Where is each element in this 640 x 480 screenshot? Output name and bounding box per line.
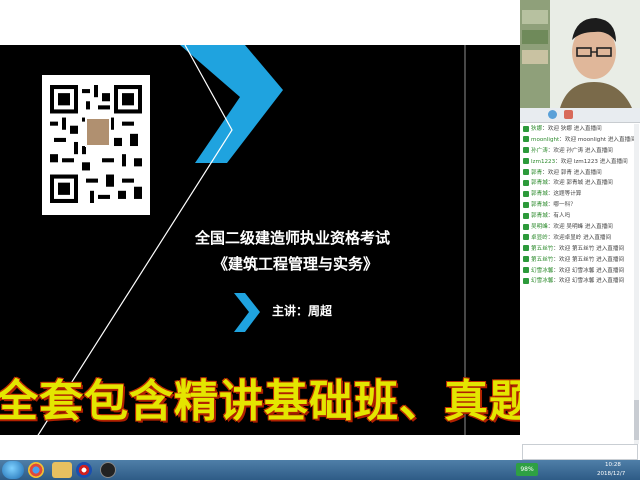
user-level-icon: [523, 158, 529, 165]
webcam-video: [520, 0, 640, 108]
user-level-icon: [523, 277, 529, 284]
chat-text: 欢迎 幻雪冰馨 进入直播间: [559, 267, 625, 274]
chat-text: 欢迎 郭青 进入直播间: [547, 169, 602, 176]
chat-text: 有人吗: [553, 213, 571, 220]
chat-message: moonlight：欢迎 moonlight 进入直播间: [520, 135, 638, 146]
chat-username[interactable]: 吴明峰: [531, 224, 548, 230]
chat-username[interactable]: 郭青城: [531, 202, 548, 208]
user-level-icon: [523, 223, 529, 230]
user-level-icon: [523, 212, 529, 219]
chat-text: 欢迎 moonlight 进入直播间: [564, 136, 636, 143]
chat-message: lzm1223：欢迎 lzm1223 进入直播间: [520, 157, 638, 168]
chat-username[interactable]: 郭青城: [531, 191, 548, 197]
chat-username[interactable]: 第五丝竹: [531, 246, 553, 252]
user-level-icon: [523, 169, 529, 176]
user-level-icon: [523, 256, 529, 263]
chat-text: 欢迎 孙广涛 进入直播间: [553, 147, 613, 154]
slide-lecturer: 主讲：周超: [272, 304, 333, 318]
user-level-icon: [523, 190, 529, 197]
pepsi-app-icon[interactable]: [76, 462, 92, 478]
chat-username[interactable]: lzm1223: [531, 159, 555, 165]
top-strip: [0, 0, 520, 45]
clock-date[interactable]: 2018/12/7: [597, 471, 625, 477]
chat-text: 哪一科？: [553, 202, 576, 209]
chat-message: 孙广涛：欢迎 孙广涛 进入直播间: [520, 146, 638, 157]
chat-message: 郭青城：欢迎 郭青城 进入直播间: [520, 178, 638, 189]
user-level-icon: [523, 267, 529, 274]
user-level-icon: [523, 147, 529, 154]
chat-username[interactable]: 郭青城: [531, 213, 548, 219]
chat-username[interactable]: 幻雪冰馨: [531, 268, 553, 274]
chat-username[interactable]: 郭青: [531, 170, 542, 176]
chrome-icon[interactable]: [28, 462, 44, 478]
chat-message: 第五丝竹：欢迎 第五丝竹 进入直播间: [520, 244, 638, 255]
webcam-toolbar: [520, 108, 640, 123]
user-level-icon: [523, 179, 529, 186]
live-room-panel: 狄娜：欢迎 狄娜 进入直播间 moonlight：欢迎 moonlight 进入…: [520, 0, 640, 460]
chat-message: 狄娜：欢迎 狄娜 进入直播间: [520, 124, 638, 135]
user-level-icon: [523, 245, 529, 252]
explorer-icon[interactable]: [52, 462, 72, 478]
clock-time[interactable]: 10:28: [605, 462, 621, 468]
chat-text: 欢迎卓显岭 进入直播间: [553, 234, 612, 241]
chat-message: 卓显岭：欢迎卓显岭 进入直播间: [520, 233, 638, 244]
chat-input[interactable]: [522, 444, 638, 460]
user-level-icon: [523, 125, 529, 132]
small-chevron-icon: [234, 293, 260, 332]
chat-scrollbar-thumb[interactable]: [634, 400, 639, 440]
chat-username[interactable]: 第五丝竹: [531, 257, 553, 263]
chat-username[interactable]: 幻雪冰馨: [531, 278, 553, 284]
media-app-icon[interactable]: [100, 462, 116, 478]
chat-text: 欢迎 郭青城 进入直播间: [553, 180, 613, 187]
chat-text: 欢迎 第五丝竹 进入直播间: [559, 245, 625, 252]
slide-title: 全国二级建造师执业资格考试: [195, 229, 391, 247]
chat-username[interactable]: 狄娜: [531, 126, 542, 132]
chat-scrollbar[interactable]: [634, 124, 639, 444]
qr-code: [42, 75, 150, 215]
user-level-icon: [523, 234, 529, 241]
chat-message: 郭青城：哪一科？: [520, 200, 638, 211]
gift-icon[interactable]: [564, 110, 573, 119]
chat-text: 欢迎 吴明峰 进入直播间: [553, 224, 613, 231]
chat-text: 欢迎 第五丝竹 进入直播间: [559, 256, 625, 263]
chat-text: 欢迎 幻雪冰馨 进入直播间: [559, 278, 625, 285]
user-level-icon: [523, 136, 529, 143]
chat-message: 郭青城：这题等计算: [520, 189, 638, 200]
user-icon[interactable]: [548, 110, 557, 119]
slide-subtitle: 《建筑工程管理与实务》: [213, 255, 379, 273]
chat-message: 幻雪冰馨：欢迎 幻雪冰馨 进入直播间: [520, 276, 638, 287]
chat-text: 欢迎 lzm1223 进入直播间: [560, 158, 628, 165]
chat-username[interactable]: 孙广涛: [531, 148, 548, 154]
webcam-scene: [520, 0, 640, 108]
chat-message: 幻雪冰馨：欢迎 幻雪冰馨 进入直播间: [520, 266, 638, 277]
chat-username[interactable]: moonlight: [531, 137, 559, 143]
slide-bottom-strip: [0, 435, 520, 440]
chat-message: 第五丝竹：欢迎 第五丝竹 进入直播间: [520, 255, 638, 266]
chat-list: 狄娜：欢迎 狄娜 进入直播间 moonlight：欢迎 moonlight 进入…: [520, 124, 638, 444]
user-level-icon: [523, 201, 529, 208]
chat-username[interactable]: 郭青城: [531, 180, 548, 186]
chat-username[interactable]: 卓显岭: [531, 235, 548, 241]
start-button[interactable]: [2, 461, 24, 479]
chat-text: 欢迎 狄娜 进入直播间: [547, 126, 602, 132]
chat-message: 郭青城：有人吗: [520, 211, 638, 222]
battery-indicator[interactable]: 98%: [516, 463, 538, 476]
qr-center-avatar: [85, 117, 111, 147]
chat-text: 这题等计算: [553, 191, 582, 198]
windows-taskbar: 98% 10:28 2018/12/7: [0, 460, 640, 480]
chat-message: 吴明峰：欢迎 吴明峰 进入直播间: [520, 222, 638, 233]
chat-message: 郭青：欢迎 郭青 进入直播间: [520, 168, 638, 179]
